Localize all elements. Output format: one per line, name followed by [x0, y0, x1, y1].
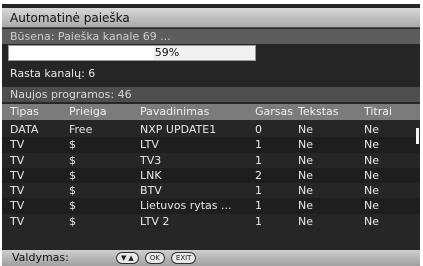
cell-audio: 1	[255, 199, 262, 213]
cell-type: TV	[10, 153, 25, 167]
cell-subtitles: Ne	[364, 153, 379, 167]
cell-name: TV3	[140, 153, 162, 167]
table-row[interactable]: TV $ LNK 2 Ne Ne	[2, 167, 420, 184]
cell-teletext: Ne	[298, 123, 313, 136]
cell-subtitles: Ne	[364, 199, 379, 213]
cell-subtitles: Ne	[364, 123, 379, 136]
cell-type: TV	[10, 199, 25, 213]
cell-access: $	[69, 168, 76, 182]
cell-subtitles: Ne	[364, 138, 379, 152]
table-row[interactable]: TV $ LTV 2 1 Ne Ne	[2, 214, 420, 229]
cell-access: Free	[69, 123, 93, 136]
column-header-subtitles: Titrai	[364, 105, 393, 118]
cell-type: TV	[10, 168, 25, 182]
cell-access: $	[69, 214, 76, 228]
cell-access: $	[69, 138, 76, 152]
cell-name: LNK	[140, 168, 162, 182]
cell-access: $	[69, 199, 76, 213]
new-programs: Naujos programos: 46	[2, 87, 420, 102]
cell-audio: 1	[255, 153, 262, 167]
cell-subtitles: Ne	[364, 214, 379, 228]
cell-name: LTV 2	[140, 214, 170, 228]
control-label: Valdymas:	[12, 251, 69, 264]
column-header-audio: Garsas	[255, 105, 293, 118]
arrow-up-icon: ▲	[128, 254, 134, 262]
cell-teletext: Ne	[298, 199, 313, 213]
channel-list: DATA Free NXP UPDATE1 0 Ne Ne TV $ LTV 1…	[2, 122, 420, 229]
control-keys: ▼ ▲ OK EXIT	[116, 252, 197, 264]
cell-name: Lietuvos rytas ...	[140, 199, 232, 213]
channels-found: Rasta kanalų: 6	[10, 67, 96, 80]
cell-subtitles: Ne	[364, 168, 379, 182]
cell-teletext: Ne	[298, 184, 313, 198]
tv-osd-screen: Automatinė paieška Būsena: Paieška kanal…	[2, 4, 420, 266]
column-header-teletext: Tekstas	[298, 105, 339, 118]
cell-type: TV	[10, 184, 25, 198]
ok-key[interactable]: OK	[144, 252, 165, 264]
table-row[interactable]: TV $ BTV 1 Ne Ne	[2, 183, 420, 198]
cell-teletext: Ne	[298, 214, 313, 228]
progress-bar: 59%	[8, 45, 256, 61]
table-header: Tipas Prieiga Pavadinimas Garsas Tekstas…	[2, 104, 420, 120]
table-row[interactable]: TV $ TV3 1 Ne Ne	[2, 153, 420, 168]
table-row[interactable]: TV $ Lietuvos rytas ... 1 Ne Ne	[2, 198, 420, 214]
exit-key[interactable]: EXIT	[170, 252, 197, 264]
cell-audio: 1	[255, 138, 262, 152]
cell-teletext: Ne	[298, 153, 313, 167]
control-bar: Valdymas: ▼ ▲ OK EXIT	[2, 250, 420, 266]
arrow-down-icon: ▼	[121, 254, 127, 262]
cell-teletext: Ne	[298, 138, 313, 152]
cell-type: TV	[10, 214, 25, 228]
cell-audio: 0	[255, 123, 262, 136]
cell-audio: 1	[255, 214, 262, 228]
table-row[interactable]: TV $ LTV 1 Ne Ne	[2, 137, 420, 153]
cell-name: NXP UPDATE1	[140, 123, 217, 136]
window-title: Automatinė paieška	[2, 8, 420, 28]
cell-audio: 2	[255, 168, 262, 182]
table-row[interactable]: DATA Free NXP UPDATE1 0 Ne Ne	[2, 122, 420, 137]
cell-audio: 1	[255, 184, 262, 198]
progress-label: 59%	[154, 46, 180, 59]
column-header-access: Prieiga	[69, 105, 107, 118]
cell-name: LTV	[140, 138, 159, 152]
cell-subtitles: Ne	[364, 184, 379, 198]
cell-name: BTV	[140, 184, 162, 198]
cell-access: $	[69, 184, 76, 198]
list-scrollbar[interactable]	[416, 128, 419, 144]
cell-access: $	[69, 153, 76, 167]
cell-type: TV	[10, 138, 25, 152]
cell-type: DATA	[10, 123, 39, 136]
navigate-key[interactable]: ▼ ▲	[116, 252, 139, 264]
column-header-name: Pavadinimas	[140, 105, 210, 118]
column-header-type: Tipas	[10, 105, 39, 118]
status-text: Būsena: Paieška kanale 69 ...	[2, 29, 420, 44]
cell-teletext: Ne	[298, 168, 313, 182]
